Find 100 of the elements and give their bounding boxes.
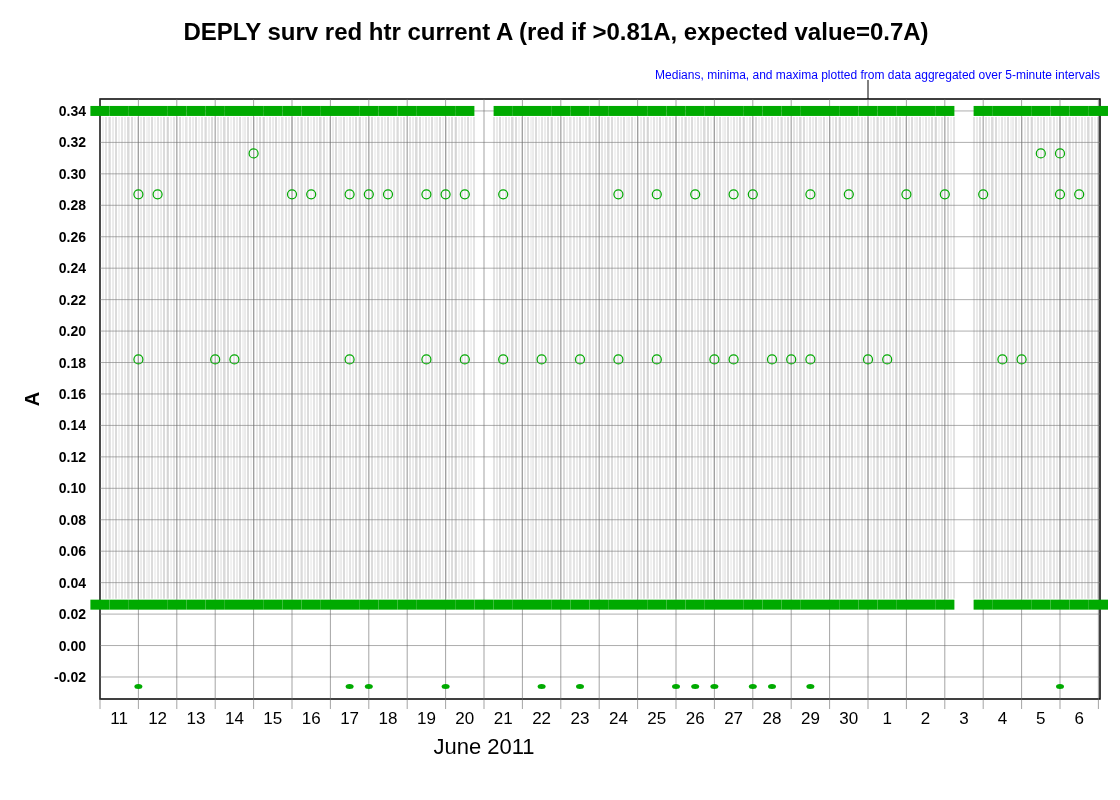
data-point <box>109 105 129 116</box>
data-point <box>613 354 624 365</box>
data-point <box>691 683 700 689</box>
data-point <box>724 599 744 610</box>
axis-tick-label: 0.14 <box>58 417 86 434</box>
data-point <box>1074 189 1085 200</box>
data-point <box>133 354 144 365</box>
axis-tick-label: 0.20 <box>58 323 86 340</box>
axis-tick-label: 30 <box>839 709 859 728</box>
data-point <box>762 105 782 116</box>
axis-tick-label: 0.08 <box>58 511 86 528</box>
axis-tick-label: 0.30 <box>58 165 86 182</box>
data-point <box>628 105 648 116</box>
data-point <box>378 599 398 610</box>
axis-tick-label: 0.12 <box>58 448 86 465</box>
data-point <box>1031 105 1051 116</box>
data-point <box>768 683 776 689</box>
data-point <box>651 189 662 200</box>
data-point <box>781 599 801 610</box>
data-point <box>709 354 720 365</box>
data-point <box>820 599 840 610</box>
axis-tick-label: 20 <box>455 709 475 728</box>
data-point <box>205 599 225 610</box>
data-point <box>532 599 552 610</box>
data-point <box>441 683 450 689</box>
data-point <box>128 105 148 116</box>
data-point <box>359 599 379 610</box>
data-point <box>685 105 705 116</box>
data-point <box>344 354 355 365</box>
data-point <box>537 683 546 689</box>
data-point <box>647 105 667 116</box>
data-point <box>877 599 897 610</box>
data-point <box>805 189 816 200</box>
axis-tick-label: 14 <box>224 709 244 728</box>
data-point <box>608 105 628 116</box>
data-point <box>839 105 859 116</box>
data-point <box>877 105 897 116</box>
data-point <box>820 105 840 116</box>
data-point <box>916 105 936 116</box>
data-point <box>806 683 815 689</box>
data-point <box>704 105 724 116</box>
axis-tick-label: 0.04 <box>58 574 86 591</box>
data-point <box>901 189 912 200</box>
data-point <box>743 599 763 610</box>
data-point <box>728 354 739 365</box>
data-point <box>896 599 916 610</box>
axis-tick-label: 24 <box>608 709 628 728</box>
data-point <box>973 105 993 116</box>
axis-tick-label: 2 <box>920 709 931 728</box>
axis-tick-label: 0.16 <box>58 385 86 402</box>
data-point <box>1088 105 1108 116</box>
axis-tick-label: 0.02 <box>58 606 86 623</box>
axis-tick-label: 0.10 <box>58 480 86 497</box>
data-point <box>1031 599 1051 610</box>
axis-tick-label: 21 <box>493 709 513 728</box>
data-point <box>109 599 129 610</box>
data-point <box>574 354 586 365</box>
data-point <box>340 105 360 116</box>
data-point <box>1069 105 1089 116</box>
axis-tick-label: 19 <box>416 709 436 728</box>
axis-tick-label: 27 <box>724 709 744 728</box>
data-point <box>459 354 470 365</box>
data-point <box>397 599 417 610</box>
data-point <box>152 189 163 200</box>
axis-tick-label: 22 <box>532 709 552 728</box>
axis-label: A <box>21 391 43 407</box>
data-point <box>766 354 778 365</box>
data-point <box>340 599 360 610</box>
data-point <box>244 105 264 116</box>
axis-tick-label: 29 <box>800 709 820 728</box>
data-point <box>862 354 874 365</box>
data-point <box>1054 189 1066 200</box>
data-point <box>628 599 648 610</box>
data-point <box>589 105 609 116</box>
data-point <box>666 599 686 610</box>
data-point <box>363 189 374 200</box>
data-point <box>512 105 532 116</box>
data-point <box>344 189 355 200</box>
axis-tick-label: 17 <box>340 709 360 728</box>
data-point <box>843 189 854 200</box>
axis-tick-label: -0.02 <box>54 669 86 685</box>
data-point <box>589 599 609 610</box>
axis-tick-label: 15 <box>263 709 283 728</box>
data-point <box>882 354 893 365</box>
axis-tick-label: 18 <box>378 709 398 728</box>
axis-tick-label: 0.32 <box>58 134 86 151</box>
axis-tick-label: 0.26 <box>58 228 86 245</box>
data-point <box>416 599 436 610</box>
axis-tick-label: 0.34 <box>58 102 86 119</box>
data-point <box>301 105 321 116</box>
data-point <box>551 599 571 610</box>
data-point <box>320 599 340 610</box>
data-point <box>724 105 744 116</box>
data-point <box>685 599 705 610</box>
data-point <box>781 105 801 116</box>
data-point <box>436 599 456 610</box>
data-point <box>786 354 797 365</box>
chart-subtitle: Medians, minima, and maxima plotted from data aggregated over 5-minute intervals <box>655 68 1100 82</box>
axis-tick-label: 28 <box>762 709 782 728</box>
data-point <box>710 683 719 689</box>
